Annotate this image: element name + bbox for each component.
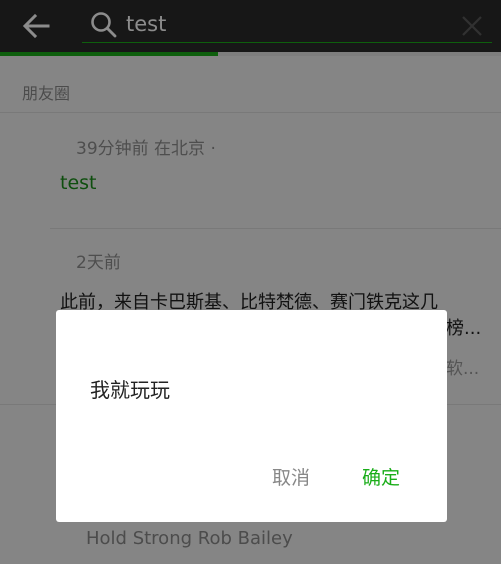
app-screen: test 朋友圈 39分钟前 在北京 · test 2天前 此前，来自卡巴斯基、… [0,0,501,564]
confirm-button[interactable]: 确定 [346,460,416,496]
cancel-button[interactable]: 取消 [256,460,326,496]
confirm-dialog: 我就玩玩 取消 确定 [56,310,447,522]
dialog-message: 我就玩玩 [90,378,170,402]
